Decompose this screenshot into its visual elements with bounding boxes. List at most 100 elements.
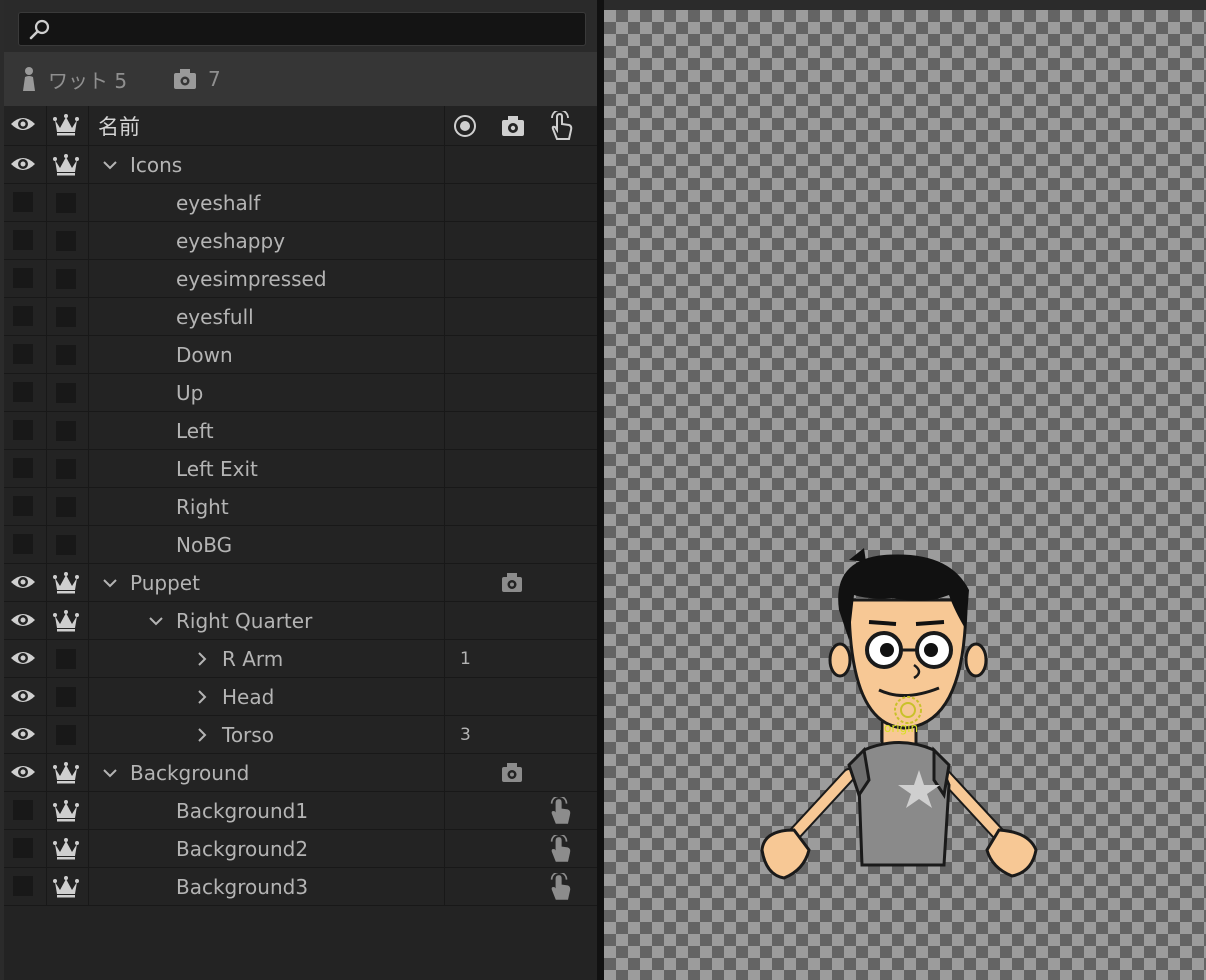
camera-gear-icon[interactable] [500, 114, 526, 138]
eye-icon[interactable] [10, 572, 36, 592]
crown-icon[interactable] [53, 762, 79, 784]
table-row[interactable]: Left [4, 412, 597, 450]
visibility-toggle-off[interactable] [10, 800, 36, 820]
name-column-header[interactable]: 名前 [98, 106, 140, 145]
table-row[interactable]: Background2 [4, 830, 597, 868]
origin-icon[interactable] [452, 113, 478, 139]
chevron-down-icon[interactable] [102, 765, 118, 781]
layer-name[interactable]: Right [176, 488, 229, 525]
layer-name[interactable]: Down [176, 336, 233, 373]
crown-toggle-off[interactable] [53, 534, 79, 556]
table-row[interactable]: eyeshalf [4, 184, 597, 222]
hand-pointer-icon[interactable] [546, 872, 574, 902]
eye-icon[interactable] [10, 724, 36, 744]
chevron-down-icon[interactable] [148, 613, 164, 629]
visibility-toggle-off[interactable] [10, 534, 36, 554]
eye-icon[interactable] [10, 154, 36, 174]
visibility-toggle-off[interactable] [10, 192, 36, 212]
table-row[interactable]: Right [4, 488, 597, 526]
table-row[interactable]: NoBG [4, 526, 597, 564]
table-row[interactable]: Head [4, 678, 597, 716]
crown-toggle-off[interactable] [53, 382, 79, 404]
eye-icon[interactable] [10, 648, 36, 668]
layer-name[interactable]: R Arm [194, 640, 283, 677]
hand-pointer-icon[interactable] [546, 110, 576, 142]
visibility-toggle-off[interactable] [10, 876, 36, 896]
visibility-toggle-off[interactable] [10, 382, 36, 402]
layer-name[interactable]: eyesfull [176, 298, 254, 335]
chevron-right-icon[interactable] [194, 689, 210, 705]
visibility-toggle-off[interactable] [10, 344, 36, 364]
layer-name[interactable]: eyeshappy [176, 222, 285, 259]
crown-icon[interactable] [53, 572, 79, 594]
layer-name[interactable]: eyesimpressed [176, 260, 327, 297]
crown-icon[interactable] [53, 838, 79, 860]
table-row[interactable]: eyeshappy [4, 222, 597, 260]
scene-canvas[interactable]: origin [604, 10, 1206, 980]
table-row[interactable]: R Arm 1 [4, 640, 597, 678]
layer-name[interactable]: Left Exit [176, 450, 258, 487]
layer-name[interactable]: Left [176, 412, 214, 449]
eye-icon[interactable] [10, 114, 36, 134]
hand-pointer-icon[interactable] [546, 796, 574, 826]
table-row[interactable]: Background [4, 754, 597, 792]
crown-icon[interactable] [53, 876, 79, 898]
table-row[interactable]: Down [4, 336, 597, 374]
search-input[interactable] [59, 17, 583, 43]
panel-divider[interactable] [597, 0, 604, 980]
crown-toggle-off[interactable] [53, 306, 79, 328]
crown-toggle-off[interactable] [53, 686, 79, 708]
camera-gear-icon[interactable] [500, 762, 524, 784]
chevron-down-icon[interactable] [102, 157, 118, 173]
camera-gear-icon[interactable] [500, 572, 524, 594]
layer-name[interactable]: Background2 [176, 830, 308, 867]
visibility-toggle-off[interactable] [10, 420, 36, 440]
layer-name[interactable]: Head [194, 678, 274, 715]
puppet-character[interactable] [754, 540, 1054, 890]
layer-name[interactable]: Background3 [176, 868, 308, 905]
eye-icon[interactable] [10, 762, 36, 782]
crown-toggle-off[interactable] [53, 230, 79, 252]
visibility-toggle-off[interactable] [10, 458, 36, 478]
crown-toggle-off[interactable] [53, 344, 79, 366]
table-row[interactable]: eyesimpressed [4, 260, 597, 298]
visibility-toggle-off[interactable] [10, 496, 36, 516]
layer-name[interactable]: Background [102, 754, 249, 791]
crown-toggle-off[interactable] [53, 420, 79, 442]
crown-toggle-off[interactable] [53, 648, 79, 670]
layer-name[interactable]: NoBG [176, 526, 232, 563]
visibility-toggle-off[interactable] [10, 230, 36, 250]
crown-icon[interactable] [53, 154, 79, 176]
search-box[interactable] [18, 12, 586, 46]
crown-icon[interactable] [53, 800, 79, 822]
table-row[interactable]: Icons [4, 146, 597, 184]
eye-icon[interactable] [10, 610, 36, 630]
layer-name[interactable]: Icons [102, 146, 182, 183]
table-row[interactable]: Torso 3 [4, 716, 597, 754]
layer-name[interactable]: Torso [194, 716, 274, 753]
table-row[interactable]: Left Exit [4, 450, 597, 488]
crown-icon[interactable] [53, 610, 79, 632]
layer-name[interactable]: Right Quarter [148, 602, 312, 639]
table-row[interactable]: Background3 [4, 868, 597, 906]
table-row[interactable]: Up [4, 374, 597, 412]
crown-toggle-off[interactable] [53, 724, 79, 746]
visibility-toggle-off[interactable] [10, 268, 36, 288]
layer-name[interactable]: Background1 [176, 792, 308, 829]
chevron-right-icon[interactable] [194, 651, 210, 667]
hand-pointer-icon[interactable] [546, 834, 574, 864]
layer-name[interactable]: Puppet [102, 564, 200, 601]
crown-toggle-off[interactable] [53, 496, 79, 518]
table-row[interactable]: Background1 [4, 792, 597, 830]
visibility-toggle-off[interactable] [10, 838, 36, 858]
crown-icon[interactable] [53, 114, 79, 136]
chevron-down-icon[interactable] [102, 575, 118, 591]
chevron-right-icon[interactable] [194, 727, 210, 743]
table-row[interactable]: eyesfull [4, 298, 597, 336]
table-row[interactable]: Puppet [4, 564, 597, 602]
layer-name[interactable]: eyeshalf [176, 184, 260, 221]
layer-name[interactable]: Up [176, 374, 203, 411]
eye-icon[interactable] [10, 686, 36, 706]
crown-toggle-off[interactable] [53, 192, 79, 214]
visibility-toggle-off[interactable] [10, 306, 36, 326]
